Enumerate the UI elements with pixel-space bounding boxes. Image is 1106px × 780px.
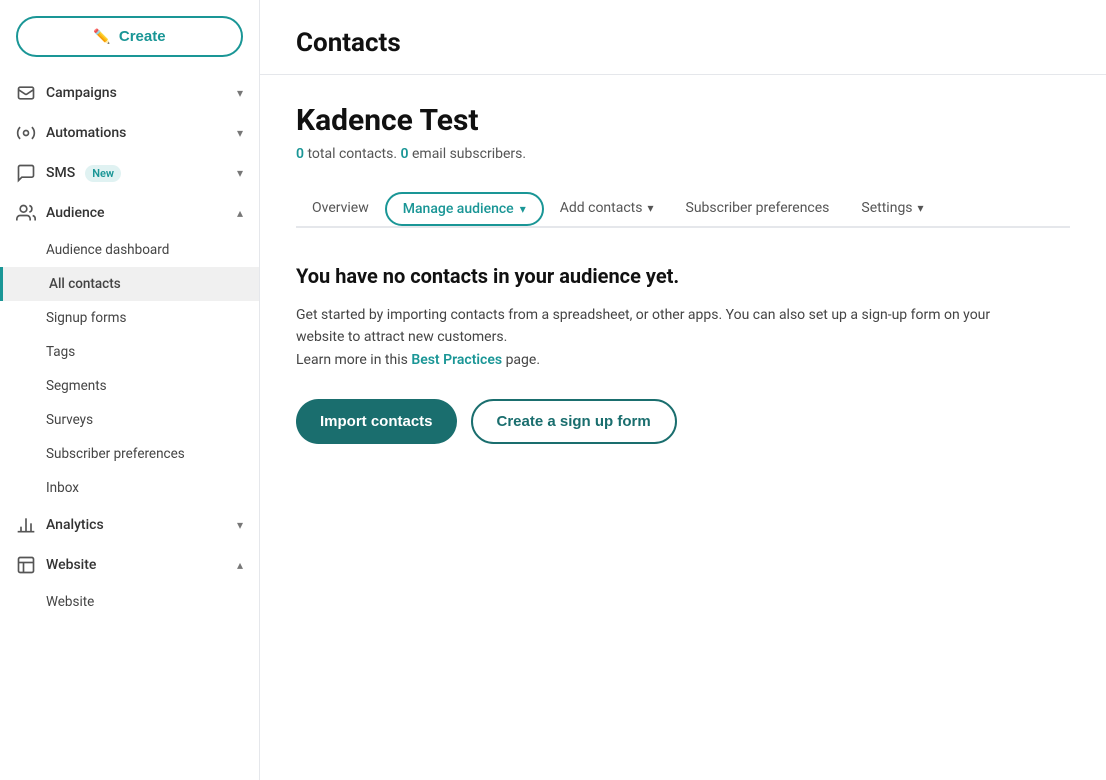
- sidebar-item-sms-label: SMS: [46, 165, 75, 181]
- sidebar-item-surveys[interactable]: Surveys: [0, 403, 259, 437]
- tab-manage-audience[interactable]: Manage audience ▾: [385, 192, 544, 226]
- add-contacts-chevron: ▾: [648, 201, 654, 215]
- email-subscribers-count: 0: [401, 146, 409, 162]
- no-contacts-desc-3: Learn more in this: [296, 352, 411, 368]
- tab-subscriber-preferences[interactable]: Subscriber preferences: [670, 190, 846, 228]
- segments-label: Segments: [46, 378, 107, 394]
- settings-chevron: ▾: [918, 201, 924, 215]
- audience-chevron: ▴: [237, 206, 243, 220]
- tab-overview[interactable]: Overview: [296, 190, 385, 228]
- sidebar-item-sms[interactable]: SMS New ▾: [0, 153, 259, 193]
- no-contacts-desc: Get started by importing contacts from a…: [296, 304, 1016, 371]
- main-header: Contacts: [260, 0, 1106, 75]
- analytics-icon: [16, 515, 36, 535]
- create-button-label: Create: [119, 28, 166, 45]
- audience-stats: 0 total contacts. 0 email subscribers.: [296, 146, 1070, 162]
- sidebar-item-campaigns-label: Campaigns: [46, 85, 117, 101]
- sidebar-item-all-contacts[interactable]: All contacts: [0, 267, 259, 301]
- website-sub-nav: Website: [0, 585, 259, 619]
- manage-audience-chevron: ▾: [520, 202, 526, 216]
- create-button[interactable]: ✏️ Create: [16, 16, 243, 57]
- action-buttons: Import contacts Create a sign up form: [296, 399, 1016, 444]
- website-icon: [16, 555, 36, 575]
- automations-icon: [16, 123, 36, 143]
- sidebar-item-automations[interactable]: Automations ▾: [0, 113, 259, 153]
- tags-label: Tags: [46, 344, 75, 360]
- sidebar-item-audience-dashboard[interactable]: Audience dashboard: [0, 233, 259, 267]
- create-button-wrap: ✏️ Create: [0, 0, 259, 73]
- no-contacts-title: You have no contacts in your audience ye…: [296, 264, 1016, 288]
- tab-overview-label: Overview: [312, 200, 369, 216]
- subscriber-preferences-label: Subscriber preferences: [46, 446, 185, 462]
- campaigns-chevron: ▾: [237, 86, 243, 100]
- sms-badge: New: [85, 165, 121, 182]
- no-contacts-desc-4: page.: [502, 352, 540, 368]
- sidebar-item-segments[interactable]: Segments: [0, 369, 259, 403]
- sidebar-item-website-label: Website: [46, 557, 96, 573]
- analytics-chevron: ▾: [237, 518, 243, 532]
- sidebar-item-automations-label: Automations: [46, 125, 126, 141]
- tabs-bar: Overview Manage audience ▾ Add contacts …: [296, 190, 1070, 228]
- surveys-label: Surveys: [46, 412, 93, 428]
- pencil-icon: ✏️: [93, 28, 110, 45]
- sidebar-item-campaigns[interactable]: Campaigns ▾: [0, 73, 259, 113]
- tab-settings[interactable]: Settings ▾: [845, 190, 939, 228]
- sms-icon: [16, 163, 36, 183]
- content-area: Kadence Test 0 total contacts. 0 email s…: [260, 75, 1106, 472]
- audience-dashboard-label: Audience dashboard: [46, 242, 169, 258]
- inbox-label: Inbox: [46, 480, 79, 496]
- sidebar-item-audience-label: Audience: [46, 205, 105, 221]
- settings-inner: Settings ▾: [861, 200, 923, 216]
- sidebar-item-audience[interactable]: Audience ▴: [0, 193, 259, 233]
- no-contacts-desc-1: Get started by importing contacts from a…: [296, 307, 907, 323]
- tab-subscriber-preferences-label: Subscriber preferences: [686, 200, 830, 216]
- sidebar-item-tags[interactable]: Tags: [0, 335, 259, 369]
- main-content: Contacts Kadence Test 0 total contacts. …: [260, 0, 1106, 780]
- sidebar-item-signup-forms[interactable]: Signup forms: [0, 301, 259, 335]
- import-contacts-button[interactable]: Import contacts: [296, 399, 457, 444]
- sidebar-item-inbox[interactable]: Inbox: [0, 471, 259, 505]
- page-title: Contacts: [296, 28, 1070, 58]
- add-contacts-inner: Add contacts ▾: [560, 200, 654, 216]
- sidebar-item-analytics[interactable]: Analytics ▾: [0, 505, 259, 545]
- automations-chevron: ▾: [237, 126, 243, 140]
- sidebar-item-subscriber-preferences[interactable]: Subscriber preferences: [0, 437, 259, 471]
- sidebar-item-analytics-label: Analytics: [46, 517, 104, 533]
- all-contacts-label: All contacts: [49, 276, 121, 292]
- best-practices-link[interactable]: Best Practices: [411, 352, 502, 368]
- website-chevron: ▴: [237, 558, 243, 572]
- tab-add-contacts-label: Add contacts: [560, 200, 643, 216]
- audience-sub-nav: Audience dashboard All contacts Signup f…: [0, 233, 259, 505]
- total-contacts-count: 0: [296, 146, 304, 162]
- tab-settings-label: Settings: [861, 200, 912, 216]
- tab-manage-audience-label: Manage audience: [403, 201, 514, 217]
- sidebar: ✏️ Create Campaigns ▾ Automations ▾: [0, 0, 260, 780]
- audience-name: Kadence Test: [296, 103, 1070, 138]
- sidebar-item-website-sub[interactable]: Website: [0, 585, 259, 619]
- no-contacts-section: You have no contacts in your audience ye…: [296, 264, 1016, 444]
- signup-forms-label: Signup forms: [46, 310, 126, 326]
- sidebar-item-website[interactable]: Website ▴: [0, 545, 259, 585]
- tab-add-contacts[interactable]: Add contacts ▾: [544, 190, 670, 228]
- sms-chevron: ▾: [237, 166, 243, 180]
- website-sub-label: Website: [46, 594, 94, 610]
- nav-section: Campaigns ▾ Automations ▾ SMS New ▾: [0, 73, 259, 623]
- create-signup-form-button[interactable]: Create a sign up form: [471, 399, 677, 444]
- campaigns-icon: [16, 83, 36, 103]
- audience-icon: [16, 203, 36, 223]
